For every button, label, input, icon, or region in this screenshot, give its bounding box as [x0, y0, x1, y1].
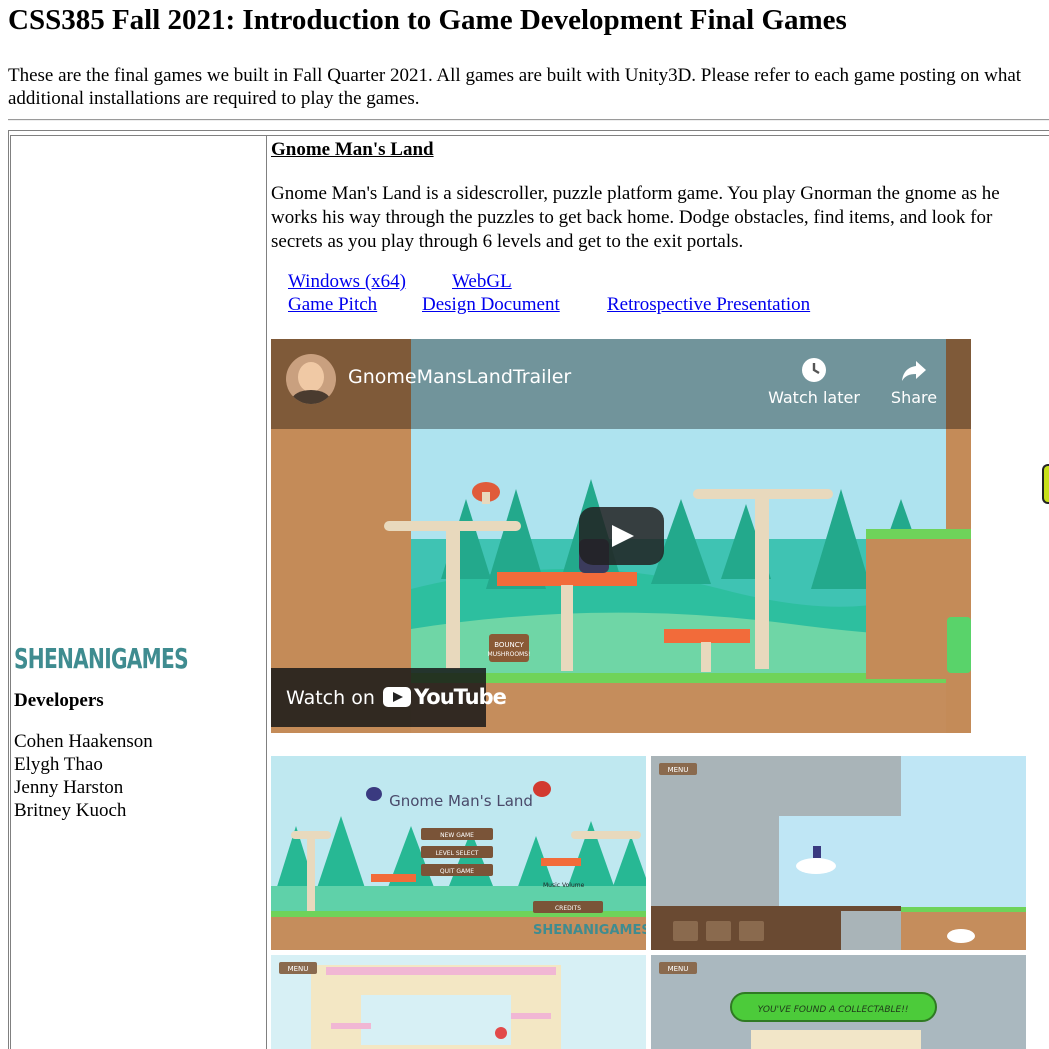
share-label: Share [890, 388, 938, 407]
windows-download-link[interactable]: Windows (x64) [288, 271, 406, 293]
game-title: Gnome Man's Land [271, 139, 434, 160]
svg-text:MENU: MENU [668, 965, 689, 973]
pause-menu-button: MENU [668, 766, 689, 774]
youtube-wordmark: YouTube [414, 685, 507, 709]
menu-music-volume: Music Volume [543, 882, 585, 889]
menu-studio-logo: SHENANIGAMES [533, 923, 646, 938]
page-intro: These are the final games we built in Fa… [8, 65, 1022, 109]
developer-name: Britney Kuoch [14, 800, 127, 821]
collectable-banner: YOU'VE FOUND A COLLECTABLE!! [758, 1005, 909, 1015]
page-title: CSS385 Fall 2021: Introduction to Game D… [8, 4, 847, 36]
menu-level-select: LEVEL SELECT [436, 850, 479, 857]
channel-avatar[interactable] [286, 354, 336, 404]
svg-text:MUSHROOMS!: MUSHROOMS! [488, 651, 531, 658]
play-button[interactable] [579, 507, 664, 565]
screenshot-sky-level: MENU [651, 756, 1026, 950]
developer-name: Jenny Harston [14, 777, 124, 798]
menu-new-game: NEW GAME [440, 832, 474, 839]
youtube-play-icon [383, 687, 411, 707]
menu-credits: CREDITS [555, 905, 581, 912]
screenshot-main-menu: NEW GAME LEVEL SELECT QUIT GAME Music Vo… [271, 756, 646, 950]
menu-quit-game: QUIT GAME [440, 868, 474, 875]
watch-later-label: Watch later [768, 388, 860, 407]
video-title[interactable]: GnomeMansLandTrailer [348, 366, 571, 388]
team-logo: SHENANIGAMES [14, 642, 189, 675]
developer-name: Elygh Thao [14, 754, 103, 775]
developer-name: Cohen Haakenson [14, 731, 153, 752]
screenshot-candy-level: MENU [271, 955, 646, 1049]
share-icon [902, 361, 926, 381]
menu-game-title: Gnome Man's Land [389, 792, 533, 810]
design-document-link[interactable]: Design Document [422, 294, 560, 316]
side-tab-arrow-icon[interactable] [1042, 464, 1049, 504]
clock-icon [802, 358, 826, 382]
game-description: Gnome Man's Land is a sidescroller, puzz… [271, 183, 1000, 252]
developers-list: Cohen Haakenson Elygh Thao Jenny Harston… [14, 730, 153, 822]
team-cell [10, 135, 267, 1049]
divider [8, 119, 1049, 121]
screenshot-collectable: MENU YOU'VE FOUND A COLLECTABLE!! [651, 955, 1026, 1049]
webgl-link[interactable]: WebGL [452, 271, 512, 293]
watch-on-youtube-button[interactable]: Watch on YouTube [271, 668, 507, 727]
developers-heading: Developers [14, 690, 104, 711]
svg-text:MENU: MENU [288, 965, 309, 973]
retrospective-link[interactable]: Retrospective Presentation [607, 294, 810, 316]
bouncy-sign: BOUNCY [494, 641, 524, 649]
share-button[interactable]: Share [888, 356, 940, 407]
game-pitch-link[interactable]: Game Pitch [288, 294, 377, 316]
watch-on-label: Watch on [286, 687, 375, 709]
watch-later-button[interactable]: Watch later [768, 356, 860, 407]
